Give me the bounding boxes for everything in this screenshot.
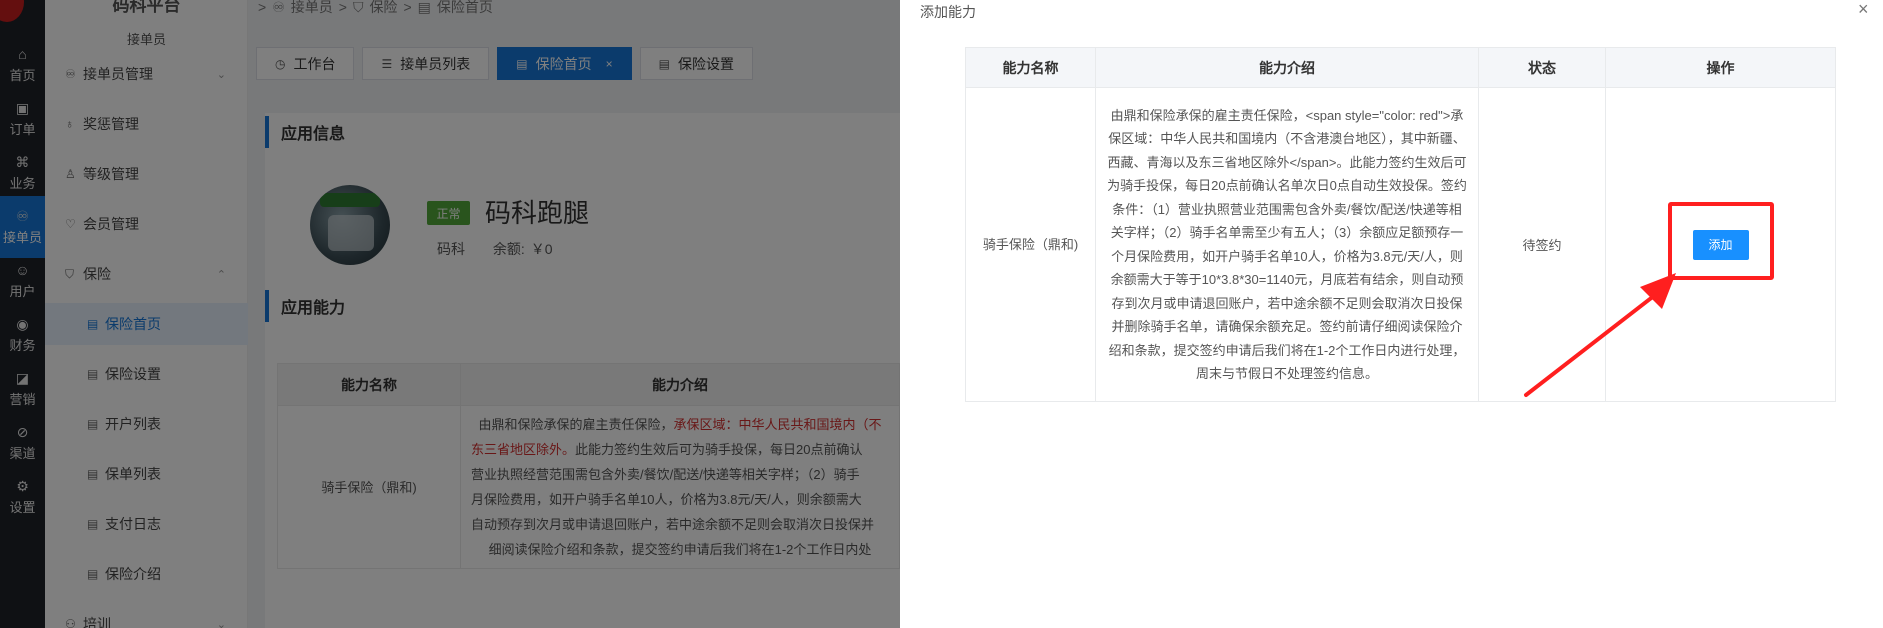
col-header-status: 状态 xyxy=(1478,47,1606,88)
capability-name: 骑手保险（鼎和) xyxy=(965,87,1096,402)
close-icon[interactable]: × xyxy=(1858,0,1869,20)
drawer-title: 添加能力 xyxy=(920,4,976,20)
capability-desc: 由鼎和保险承保的雇主责任保险，<span style="color: red">… xyxy=(1095,87,1479,402)
col-header-action: 操作 xyxy=(1605,47,1836,88)
modal-overlay[interactable] xyxy=(0,0,900,628)
col-header-desc: 能力介绍 xyxy=(1095,47,1479,88)
col-header-name: 能力名称 xyxy=(965,47,1096,88)
add-capability-drawer: 添加能力 × 能力名称 能力介绍 状态 操作 骑手保险（鼎和) 由鼎和保险承保的… xyxy=(900,0,1883,628)
annotation-arrow xyxy=(1524,273,1676,397)
